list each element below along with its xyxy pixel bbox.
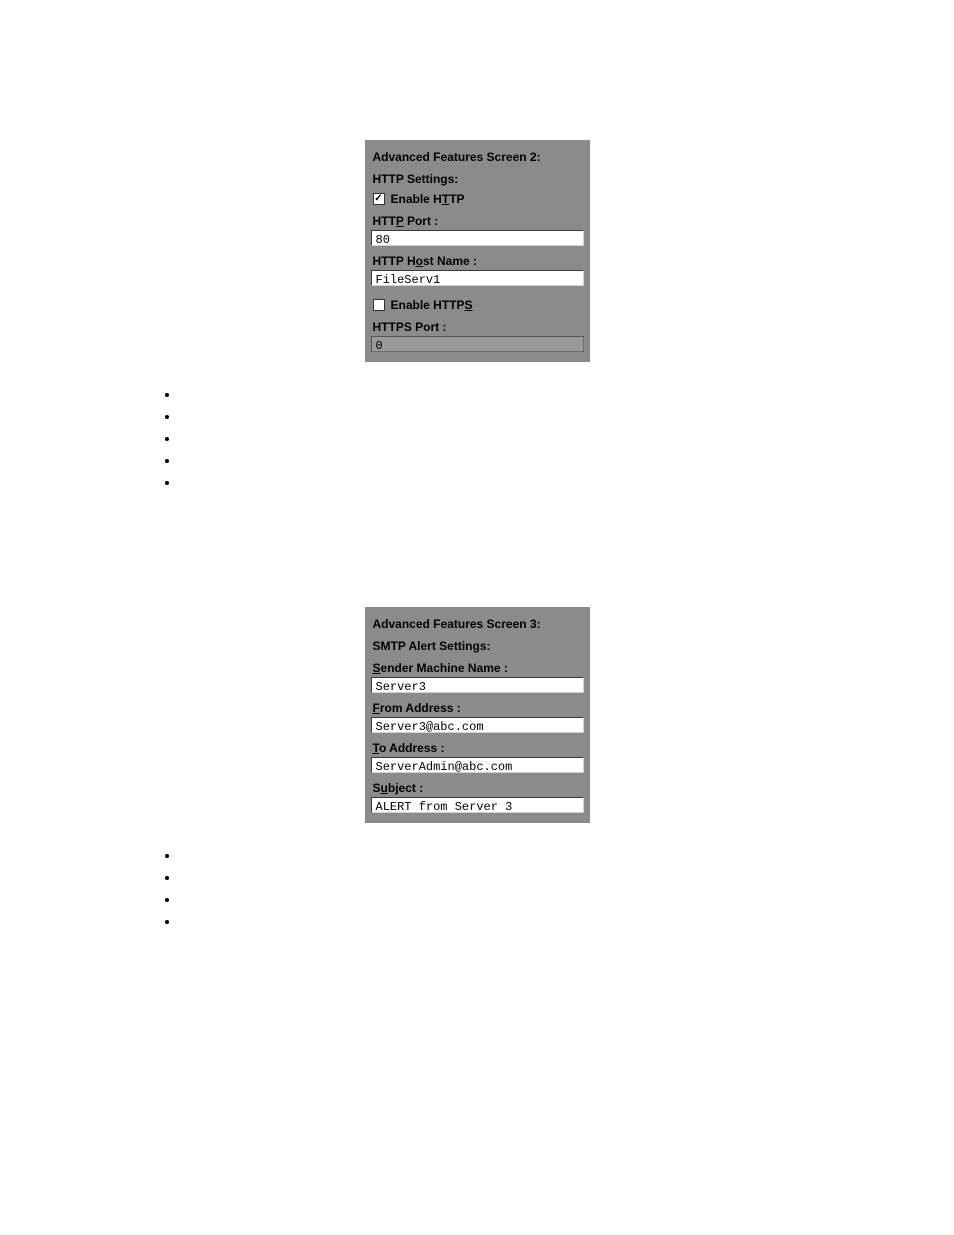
list-item	[180, 475, 834, 495]
enable-https-label: Enable HTTPS	[391, 298, 473, 312]
list-item	[180, 848, 834, 868]
screen3-title: Advanced Features Screen 3:	[373, 617, 582, 631]
screen3-section: SMTP Alert Settings:	[373, 639, 582, 653]
https-port-input[interactable]: 0	[371, 336, 584, 352]
list-item	[180, 870, 834, 890]
to-input[interactable]: ServerAdmin@abc.com	[371, 757, 584, 773]
screen2-title: Advanced Features Screen 2:	[373, 150, 582, 164]
screen3-notes-list	[180, 848, 834, 934]
enable-http-row[interactable]: ✓ Enable HTTP	[373, 192, 582, 206]
list-item	[180, 453, 834, 473]
http-port-input[interactable]: 80	[371, 230, 584, 246]
list-item	[180, 914, 834, 934]
enable-https-checkbox[interactable]	[373, 299, 385, 311]
subject-label: Subject :	[373, 781, 582, 795]
advanced-features-screen-2: Advanced Features Screen 2: HTTP Setting…	[365, 140, 590, 362]
list-item	[180, 892, 834, 912]
from-input[interactable]: Server3@abc.com	[371, 717, 584, 733]
subject-input[interactable]: ALERT from Server 3	[371, 797, 584, 813]
list-item	[180, 431, 834, 451]
to-label: To Address :	[373, 741, 582, 755]
list-item	[180, 409, 834, 429]
enable-http-checkbox[interactable]: ✓	[373, 193, 385, 205]
enable-https-row[interactable]: Enable HTTPS	[373, 298, 582, 312]
sender-input[interactable]: Server3	[371, 677, 584, 693]
http-host-input[interactable]: FileServ1	[371, 270, 584, 286]
sender-label: Sender Machine Name :	[373, 661, 582, 675]
list-item	[180, 387, 834, 407]
http-host-label: HTTP Host Name :	[373, 254, 582, 268]
screen2-notes-list	[180, 387, 834, 495]
advanced-features-screen-3: Advanced Features Screen 3: SMTP Alert S…	[365, 607, 590, 823]
enable-http-label: Enable HTTP	[391, 192, 465, 206]
screen2-section: HTTP Settings:	[373, 172, 582, 186]
http-port-label: HTTP Port :	[373, 214, 582, 228]
from-label: From Address :	[373, 701, 582, 715]
https-port-label: HTTPS Port :	[373, 320, 582, 334]
